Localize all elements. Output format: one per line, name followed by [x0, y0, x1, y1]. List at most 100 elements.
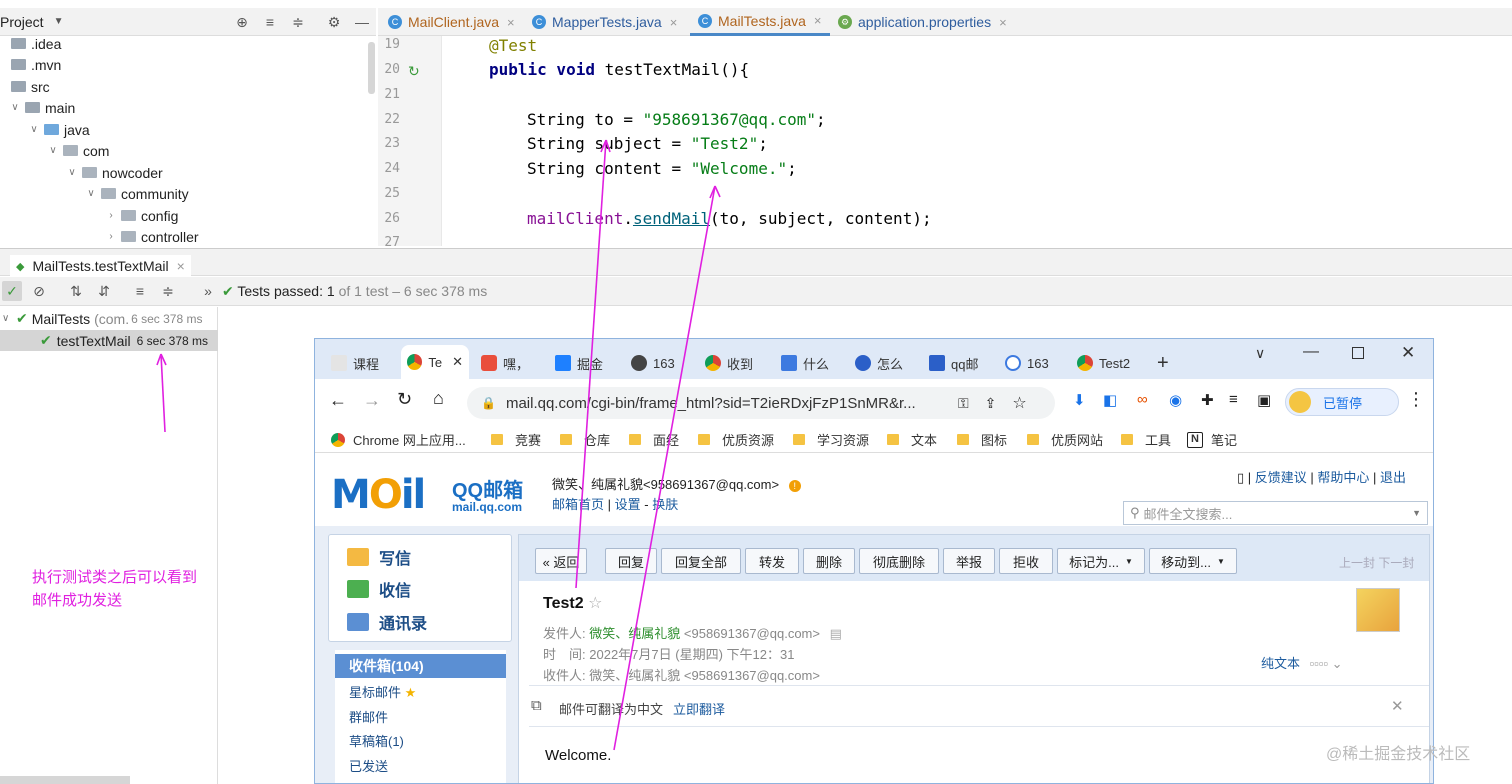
bookmark-item[interactable]: 图标 — [957, 430, 1007, 449]
star-icon[interactable]: ☆ — [588, 595, 602, 612]
browser-tab-active[interactable]: Te ✕ — [401, 345, 469, 379]
tree-item-com[interactable]: ∨ com — [46, 140, 109, 161]
browser-tab[interactable]: 什么 — [781, 352, 829, 374]
chevron-down-icon[interactable]: ∨ — [65, 167, 79, 178]
translate-now-link[interactable]: 立即翻译 — [673, 699, 725, 718]
bookmark-item[interactable]: 优质网站 — [1027, 430, 1103, 449]
edge-extension-icon[interactable]: ◉ — [1169, 391, 1182, 409]
chevron-down-icon[interactable]: ∨ — [46, 145, 60, 156]
extension-download-icon[interactable]: ⬇ — [1073, 391, 1086, 409]
code-method-call[interactable]: sendMail — [633, 209, 710, 228]
browser-tab[interactable]: Test2 — [1077, 352, 1130, 374]
settings-link[interactable]: 设置 — [615, 497, 641, 512]
tree-item-src[interactable]: src — [8, 76, 50, 97]
logout-link[interactable]: 退出 — [1380, 470, 1406, 485]
bookmark-item[interactable]: Chrome 网上应用... — [331, 430, 466, 449]
tree-item-main[interactable]: ∨ main — [8, 97, 75, 118]
forward-icon[interactable]: → — [363, 390, 381, 411]
mail-search-input[interactable]: ⚲ 邮件全文搜索... ▼ — [1123, 501, 1428, 525]
bookmark-item[interactable]: 优质资源 — [698, 430, 774, 449]
chevron-right-icon[interactable]: › — [104, 210, 118, 221]
sender-avatar[interactable] — [1356, 588, 1400, 632]
star-icon[interactable]: ☆ — [1012, 393, 1026, 413]
move-to-button[interactable]: 移动到... ▼ — [1149, 548, 1237, 574]
chevron-down-icon[interactable]: ∨ — [27, 124, 41, 135]
collapse-all-icon[interactable]: ≑ — [158, 281, 178, 301]
receive-button[interactable]: 收信 — [347, 577, 411, 601]
plain-text-link[interactable]: 纯文本 — [1261, 656, 1300, 671]
home-icon[interactable]: ⌂ — [433, 388, 444, 409]
chevron-down-icon[interactable]: ∨ — [8, 102, 22, 113]
close-icon[interactable]: × — [177, 258, 185, 274]
tab-search-icon[interactable]: ∨ — [1255, 345, 1265, 362]
reply-all-button[interactable]: 回复全部 — [661, 548, 741, 574]
run-tab[interactable]: ◆ MailTests.testTextMail × — [10, 255, 191, 277]
address-bar[interactable]: 🔒 mail.qq.com/cgi-bin/frame_html?sid=T2i… — [467, 387, 1055, 419]
close-icon[interactable]: ✕ — [452, 354, 463, 370]
browser-tab[interactable]: qq邮 — [929, 352, 978, 374]
reply-button[interactable]: 回复 — [605, 548, 657, 574]
translate-extension-icon[interactable]: ◧ — [1103, 391, 1117, 409]
browser-tab[interactable]: 怎么 — [855, 352, 903, 374]
forward-button[interactable]: 转发 — [745, 548, 799, 574]
puzzle-icon[interactable]: ✚ — [1201, 391, 1214, 409]
bookmark-item[interactable]: 面经 — [629, 430, 679, 449]
minimize-icon[interactable]: — — [1303, 343, 1319, 361]
reload-icon[interactable]: ↻ — [397, 389, 412, 410]
minimize-icon[interactable]: — — [354, 14, 370, 30]
browser-tab[interactable]: 163 — [1005, 352, 1049, 374]
tree-item-controller[interactable]: › controller — [104, 226, 198, 246]
tree-item-idea[interactable]: .idea — [8, 36, 61, 54]
sort-alpha-icon[interactable]: ⇅ — [66, 281, 86, 301]
code-editor[interactable]: @Test public void testTextMail(){ String… — [443, 36, 1512, 246]
browser-tab[interactable]: 掘金 — [555, 352, 603, 374]
run-test-icon[interactable]: ↻ — [408, 63, 420, 80]
key-icon[interactable]: ⚿ — [958, 395, 969, 412]
show-ignored-icon[interactable]: ⊘ — [29, 281, 49, 301]
chevron-down-icon[interactable]: ▼ — [1412, 508, 1421, 518]
infinity-extension-icon[interactable]: ∞ — [1137, 391, 1148, 408]
bookmark-item[interactable]: N 笔记 — [1187, 430, 1237, 449]
expand-all-icon[interactable]: ≡ — [262, 14, 278, 30]
tree-item-config[interactable]: › config — [104, 205, 178, 226]
mobile-icon[interactable]: ▯ — [1237, 470, 1244, 485]
reject-button[interactable]: 拒收 — [999, 548, 1053, 574]
maximize-icon[interactable] — [1352, 347, 1364, 359]
skin-link[interactable]: 换肤 — [652, 497, 678, 512]
mail-home-link[interactable]: 邮箱首页 — [552, 497, 604, 512]
bookmark-item[interactable]: 工具 — [1121, 430, 1171, 449]
run-tree-scrollbar[interactable] — [0, 776, 130, 784]
report-button[interactable]: 举报 — [943, 548, 995, 574]
pager-links[interactable]: 上一封 下一封 — [1339, 554, 1414, 571]
browser-tab[interactable]: 课程 — [331, 352, 379, 374]
back-button[interactable]: « 返回 — [535, 548, 587, 574]
help-link[interactable]: 帮助中心 — [1317, 470, 1369, 485]
tree-scrollbar[interactable] — [368, 42, 375, 94]
bookmark-item[interactable]: 仓库 — [560, 430, 610, 449]
mark-as-button[interactable]: 标记为... ▼ — [1057, 548, 1145, 574]
delete-button[interactable]: 删除 — [803, 548, 855, 574]
browser-tab[interactable]: 嘿， — [481, 352, 529, 374]
chevron-down-icon[interactable]: ∨ — [2, 313, 16, 324]
warning-icon[interactable]: ! — [788, 480, 801, 492]
target-icon[interactable]: ⊕ — [234, 14, 250, 30]
media-icon[interactable]: ≡ — [1229, 391, 1238, 408]
more-vert-icon[interactable]: ⋮ — [1407, 389, 1425, 410]
sidepanel-icon[interactable]: ▣ — [1257, 391, 1271, 409]
tree-item-mvn[interactable]: .mvn — [8, 54, 61, 75]
folder-sent[interactable]: 已发送 — [349, 756, 388, 775]
more-icon[interactable]: » — [198, 281, 218, 301]
close-icon[interactable]: × — [507, 15, 515, 30]
close-icon[interactable]: × — [999, 15, 1007, 30]
close-window-icon[interactable]: ✕ — [1401, 343, 1415, 363]
browser-tab[interactable]: 收到 — [705, 352, 753, 374]
from-name[interactable]: 微笑、纯属礼貌 — [589, 626, 680, 641]
profile-button[interactable]: 已暂停 — [1285, 388, 1399, 416]
bookmark-item[interactable]: 文本 — [887, 430, 937, 449]
tab-application-properties[interactable]: ⚙ application.properties × — [838, 8, 1007, 36]
view-icons[interactable]: ▫▫▫▫ ⌄ — [1310, 656, 1343, 671]
folder-starred[interactable]: 星标邮件 ★ — [349, 682, 416, 701]
collapse-all-icon[interactable]: ≑ — [290, 14, 306, 30]
sort-duration-icon[interactable]: ⇵ — [94, 281, 114, 301]
tab-mailclient[interactable]: C MailClient.java × — [388, 8, 515, 36]
